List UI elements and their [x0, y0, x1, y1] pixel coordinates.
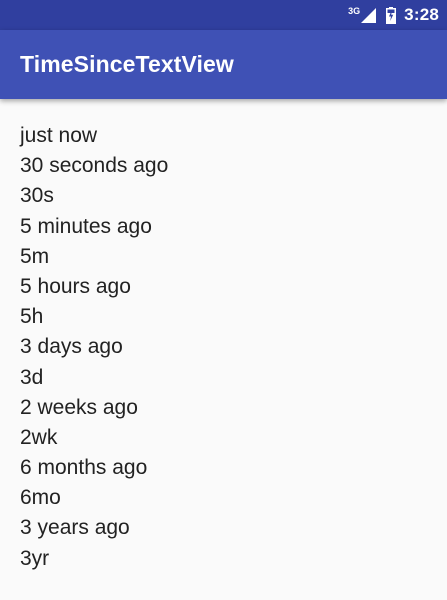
time-list: just now 30 seconds ago 30s 5 minutes ag…: [20, 121, 427, 574]
time-item: 30s: [20, 184, 54, 208]
app-bar: TimeSinceTextView: [0, 30, 447, 99]
network-type-label: 3G: [348, 6, 361, 16]
battery-icon: [386, 6, 397, 24]
status-clock: 3:28: [404, 5, 439, 24]
time-item: 6mo: [20, 486, 61, 510]
time-item: 3d: [20, 365, 44, 389]
time-item: 3 years ago: [20, 516, 130, 540]
time-item: 5h: [20, 305, 44, 329]
time-item: 30 seconds ago: [20, 154, 169, 178]
time-item: 2wk: [20, 425, 58, 449]
status-bar: 3G 3:28: [0, 0, 447, 30]
time-item: 5 minutes ago: [20, 214, 152, 238]
signal-icon: [361, 7, 377, 23]
time-item: 3 days ago: [20, 335, 123, 359]
time-item: just now: [20, 124, 98, 147]
time-item: 3yr: [20, 546, 50, 570]
time-item: 2 weeks ago: [20, 395, 138, 419]
time-item: 6 months ago: [20, 456, 148, 480]
time-item: 5m: [20, 244, 50, 268]
time-item: 5 hours ago: [20, 274, 131, 298]
app-title: TimeSinceTextView: [20, 51, 234, 77]
status-icons: 3G 3:28: [348, 0, 439, 30]
